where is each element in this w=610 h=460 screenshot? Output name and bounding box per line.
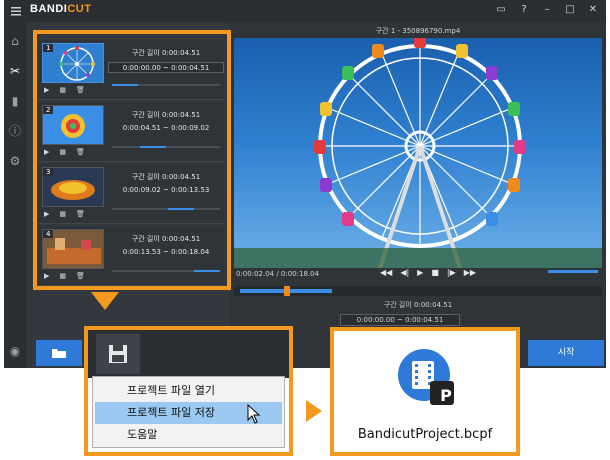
- record-icon[interactable]: ◉: [8, 344, 22, 358]
- open-file-button[interactable]: [36, 340, 82, 366]
- video-player[interactable]: [234, 38, 602, 268]
- preview-area: 구간 1 - 350896790.mp4 0:00:02.04 / 0:00:1…: [230, 22, 606, 368]
- folder-icon[interactable]: ▭: [496, 4, 506, 16]
- close-icon[interactable]: ✕: [588, 4, 598, 16]
- segment-list-highlight: [33, 30, 231, 290]
- next-segment-icon[interactable]: ▶▶: [464, 268, 476, 277]
- playhead[interactable]: [284, 286, 290, 296]
- settings-icon[interactable]: ⚙: [8, 154, 22, 168]
- ferris-wheel-image: [234, 38, 602, 268]
- start-button[interactable]: 시작: [528, 340, 604, 366]
- project-filename: BandicutProject.bcpf: [357, 427, 493, 442]
- left-sidebar: ⌂ ✂ ▮ ⓘ ⚙ ◉: [4, 22, 26, 368]
- playback-controls: ◀◀ ◀| ▶ ■ |▶ ▶▶: [380, 268, 476, 277]
- help-icon[interactable]: ?: [519, 4, 529, 16]
- playback-time: 0:00:02.04 / 0:00:18.04: [236, 270, 320, 278]
- timeline[interactable]: [234, 286, 602, 296]
- app-title: BANDICUT: [30, 3, 92, 15]
- home-icon[interactable]: ⌂: [8, 34, 22, 48]
- minimize-icon[interactable]: –: [542, 4, 552, 16]
- volume-slider[interactable]: [548, 270, 598, 273]
- cut-icon[interactable]: ✂: [8, 64, 22, 78]
- mouse-cursor-icon: [247, 404, 261, 424]
- file-badge-letter: P: [440, 386, 452, 405]
- menu-icon[interactable]: [10, 5, 22, 17]
- title-bar: BANDICUT ▭ ? – □ ✕: [4, 0, 606, 22]
- save-button[interactable]: [96, 334, 140, 374]
- open-folder-icon: [52, 349, 66, 358]
- menu-callout: 프로젝트 파일 열기 프로젝트 파일 저장 도움말: [84, 326, 293, 456]
- preview-title: 구간 1 - 350896790.mp4: [375, 27, 461, 35]
- project-file-callout: P BandicutProject.bcpf: [330, 327, 520, 456]
- preview-range-input[interactable]: 0:00:00.00 ~ 0:00:04.51: [340, 314, 460, 326]
- join-icon[interactable]: ▮: [8, 94, 22, 108]
- info-icon[interactable]: ⓘ: [8, 124, 22, 138]
- stop-icon[interactable]: ■: [431, 268, 439, 277]
- arrow-right: [306, 400, 322, 422]
- menu-help[interactable]: 도움말: [95, 424, 282, 446]
- play-icon[interactable]: ▶: [417, 268, 423, 277]
- next-frame-icon[interactable]: |▶: [447, 268, 456, 277]
- preview-segment-length: 구간 길이 0:00:04.51: [383, 301, 453, 309]
- prev-frame-icon[interactable]: ◀|: [400, 268, 409, 277]
- prev-segment-icon[interactable]: ◀◀: [380, 268, 392, 277]
- arrow-down: [91, 292, 119, 310]
- floppy-disk-icon: [109, 345, 127, 363]
- maximize-icon[interactable]: □: [565, 4, 575, 16]
- menu-open-project[interactable]: 프로젝트 파일 열기: [95, 380, 282, 402]
